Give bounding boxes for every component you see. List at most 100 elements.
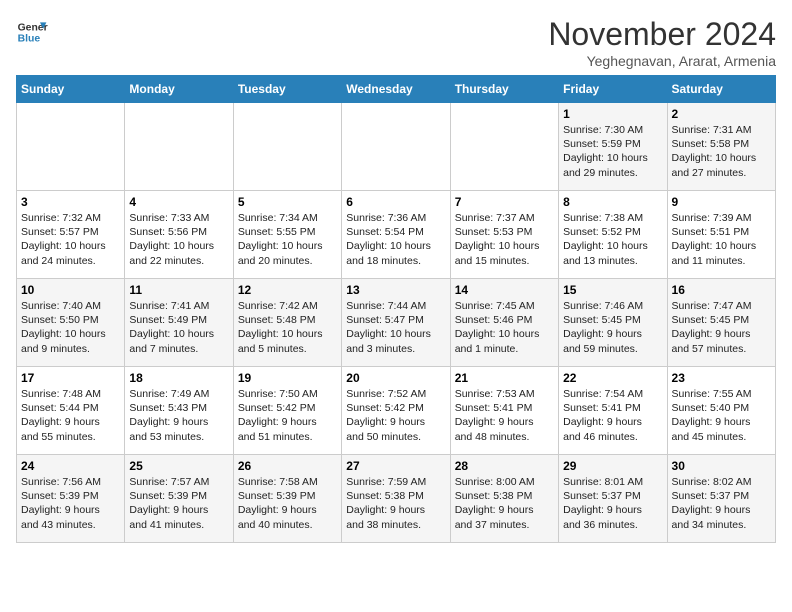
calendar-cell: 24Sunrise: 7:56 AM Sunset: 5:39 PM Dayli…	[17, 455, 125, 543]
weekday-header-saturday: Saturday	[667, 76, 775, 103]
calendar-cell: 5Sunrise: 7:34 AM Sunset: 5:55 PM Daylig…	[233, 191, 341, 279]
calendar-cell: 8 Sunrise: 7:38 AM Sunset: 5:52 PM Daylig…	[559, 191, 667, 279]
day-number: 17	[21, 371, 120, 385]
calendar-week-2: 3 Sunrise: 7:32 AM Sunset: 5:57 PM Daylig…	[17, 191, 776, 279]
day-info: Sunrise: 7:46 AM Sunset: 5:45 PM Dayligh…	[563, 299, 662, 356]
day-number: 8	[563, 195, 662, 209]
month-title: November 2024	[548, 16, 776, 53]
day-number: 13	[346, 283, 445, 297]
weekday-header-tuesday: Tuesday	[233, 76, 341, 103]
calendar-cell: 28Sunrise: 8:00 AM Sunset: 5:38 PM Dayli…	[450, 455, 558, 543]
day-info: Sunrise: 7:41 AM Sunset: 5:49 PM Dayligh…	[129, 299, 228, 356]
day-info: Sunrise: 7:40 AM Sunset: 5:50 PM Dayligh…	[21, 299, 120, 356]
calendar-cell	[450, 103, 558, 191]
day-info: Sunrise: 7:59 AM Sunset: 5:38 PM Dayligh…	[346, 475, 445, 532]
day-number: 14	[455, 283, 554, 297]
logo: General Blue	[16, 16, 48, 48]
calendar-cell: 10Sunrise: 7:40 AM Sunset: 5:50 PM Dayli…	[17, 279, 125, 367]
weekday-header-row: SundayMondayTuesdayWednesdayThursdayFrid…	[17, 76, 776, 103]
calendar-cell: 27 Sunrise: 7:59 AM Sunset: 5:38 PM Dayli…	[342, 455, 450, 543]
calendar-cell: 2 Sunrise: 7:31 AM Sunset: 5:58 PM Daylig…	[667, 103, 775, 191]
svg-text:Blue: Blue	[18, 34, 41, 45]
calendar-cell: 14 Sunrise: 7:45 AM Sunset: 5:46 PM Dayli…	[450, 279, 558, 367]
day-info: Sunrise: 7:42 AM Sunset: 5:48 PM Dayligh…	[238, 299, 337, 356]
calendar-cell: 19Sunrise: 7:50 AM Sunset: 5:42 PM Dayli…	[233, 367, 341, 455]
day-number: 6	[346, 195, 445, 209]
location-subtitle: Yeghegnavan, Ararat, Armenia	[548, 53, 776, 69]
calendar-cell	[125, 103, 233, 191]
calendar-cell: 9Sunrise: 7:39 AM Sunset: 5:51 PM Daylig…	[667, 191, 775, 279]
calendar-cell: 23 Sunrise: 7:55 AM Sunset: 5:40 PM Dayli…	[667, 367, 775, 455]
day-number: 25	[129, 459, 228, 473]
calendar-cell: 4 Sunrise: 7:33 AM Sunset: 5:56 PM Daylig…	[125, 191, 233, 279]
day-info: Sunrise: 7:58 AM Sunset: 5:39 PM Dayligh…	[238, 475, 337, 532]
calendar-cell: 29Sunrise: 8:01 AM Sunset: 5:37 PM Dayli…	[559, 455, 667, 543]
calendar-cell: 13 Sunrise: 7:44 AM Sunset: 5:47 PM Dayli…	[342, 279, 450, 367]
day-number: 26	[238, 459, 337, 473]
day-info: Sunrise: 7:33 AM Sunset: 5:56 PM Dayligh…	[129, 211, 228, 268]
day-number: 4	[129, 195, 228, 209]
weekday-header-sunday: Sunday	[17, 76, 125, 103]
calendar-cell: 1 Sunrise: 7:30 AM Sunset: 5:59 PM Daylig…	[559, 103, 667, 191]
page-header: General Blue November 2024 Yeghegnavan, …	[16, 16, 776, 69]
day-number: 23	[672, 371, 771, 385]
day-number: 29	[563, 459, 662, 473]
logo-icon: General Blue	[16, 16, 48, 48]
day-number: 1	[563, 107, 662, 121]
day-info: Sunrise: 7:50 AM Sunset: 5:42 PM Dayligh…	[238, 387, 337, 444]
day-number: 11	[129, 283, 228, 297]
day-number: 22	[563, 371, 662, 385]
day-info: Sunrise: 8:00 AM Sunset: 5:38 PM Dayligh…	[455, 475, 554, 532]
calendar-cell: 17 Sunrise: 7:48 AM Sunset: 5:44 PM Dayli…	[17, 367, 125, 455]
day-info: Sunrise: 7:44 AM Sunset: 5:47 PM Dayligh…	[346, 299, 445, 356]
day-info: Sunrise: 7:30 AM Sunset: 5:59 PM Dayligh…	[563, 123, 662, 180]
day-number: 9	[672, 195, 771, 209]
day-info: Sunrise: 8:02 AM Sunset: 5:37 PM Dayligh…	[672, 475, 771, 532]
calendar-week-5: 24Sunrise: 7:56 AM Sunset: 5:39 PM Dayli…	[17, 455, 776, 543]
day-info: Sunrise: 7:56 AM Sunset: 5:39 PM Dayligh…	[21, 475, 120, 532]
calendar-cell: 7Sunrise: 7:37 AM Sunset: 5:53 PM Daylig…	[450, 191, 558, 279]
day-info: Sunrise: 7:32 AM Sunset: 5:57 PM Dayligh…	[21, 211, 120, 268]
calendar-cell: 3 Sunrise: 7:32 AM Sunset: 5:57 PM Daylig…	[17, 191, 125, 279]
day-number: 3	[21, 195, 120, 209]
calendar-cell: 20 Sunrise: 7:52 AM Sunset: 5:42 PM Dayli…	[342, 367, 450, 455]
day-number: 18	[129, 371, 228, 385]
calendar-cell: 18Sunrise: 7:49 AM Sunset: 5:43 PM Dayli…	[125, 367, 233, 455]
day-info: Sunrise: 7:36 AM Sunset: 5:54 PM Dayligh…	[346, 211, 445, 268]
calendar-cell	[342, 103, 450, 191]
day-info: Sunrise: 7:45 AM Sunset: 5:46 PM Dayligh…	[455, 299, 554, 356]
calendar-week-3: 10Sunrise: 7:40 AM Sunset: 5:50 PM Dayli…	[17, 279, 776, 367]
day-number: 7	[455, 195, 554, 209]
calendar-cell: 22 Sunrise: 7:54 AM Sunset: 5:41 PM Dayli…	[559, 367, 667, 455]
calendar-cell: 30 Sunrise: 8:02 AM Sunset: 5:37 PM Dayli…	[667, 455, 775, 543]
day-info: Sunrise: 7:55 AM Sunset: 5:40 PM Dayligh…	[672, 387, 771, 444]
weekday-header-monday: Monday	[125, 76, 233, 103]
day-info: Sunrise: 7:48 AM Sunset: 5:44 PM Dayligh…	[21, 387, 120, 444]
day-info: Sunrise: 7:31 AM Sunset: 5:58 PM Dayligh…	[672, 123, 771, 180]
day-number: 2	[672, 107, 771, 121]
day-number: 27	[346, 459, 445, 473]
calendar-cell	[17, 103, 125, 191]
day-number: 20	[346, 371, 445, 385]
calendar-cell: 16Sunrise: 7:47 AM Sunset: 5:45 PM Dayli…	[667, 279, 775, 367]
calendar-cell: 26 Sunrise: 7:58 AM Sunset: 5:39 PM Dayli…	[233, 455, 341, 543]
title-section: November 2024 Yeghegnavan, Ararat, Armen…	[548, 16, 776, 69]
calendar-week-1: 1 Sunrise: 7:30 AM Sunset: 5:59 PM Daylig…	[17, 103, 776, 191]
day-info: Sunrise: 7:57 AM Sunset: 5:39 PM Dayligh…	[129, 475, 228, 532]
weekday-header-thursday: Thursday	[450, 76, 558, 103]
day-info: Sunrise: 7:52 AM Sunset: 5:42 PM Dayligh…	[346, 387, 445, 444]
day-number: 12	[238, 283, 337, 297]
calendar-cell: 15Sunrise: 7:46 AM Sunset: 5:45 PM Dayli…	[559, 279, 667, 367]
day-number: 30	[672, 459, 771, 473]
day-number: 16	[672, 283, 771, 297]
calendar-cell: 11 Sunrise: 7:41 AM Sunset: 5:49 PM Dayli…	[125, 279, 233, 367]
day-number: 21	[455, 371, 554, 385]
calendar-cell	[233, 103, 341, 191]
calendar-cell: 6 Sunrise: 7:36 AM Sunset: 5:54 PM Daylig…	[342, 191, 450, 279]
weekday-header-wednesday: Wednesday	[342, 76, 450, 103]
calendar-cell: 12 Sunrise: 7:42 AM Sunset: 5:48 PM Dayli…	[233, 279, 341, 367]
day-info: Sunrise: 7:54 AM Sunset: 5:41 PM Dayligh…	[563, 387, 662, 444]
calendar-cell: 25 Sunrise: 7:57 AM Sunset: 5:39 PM Dayli…	[125, 455, 233, 543]
day-info: Sunrise: 7:38 AM Sunset: 5:52 PM Dayligh…	[563, 211, 662, 268]
calendar-week-4: 17 Sunrise: 7:48 AM Sunset: 5:44 PM Dayli…	[17, 367, 776, 455]
